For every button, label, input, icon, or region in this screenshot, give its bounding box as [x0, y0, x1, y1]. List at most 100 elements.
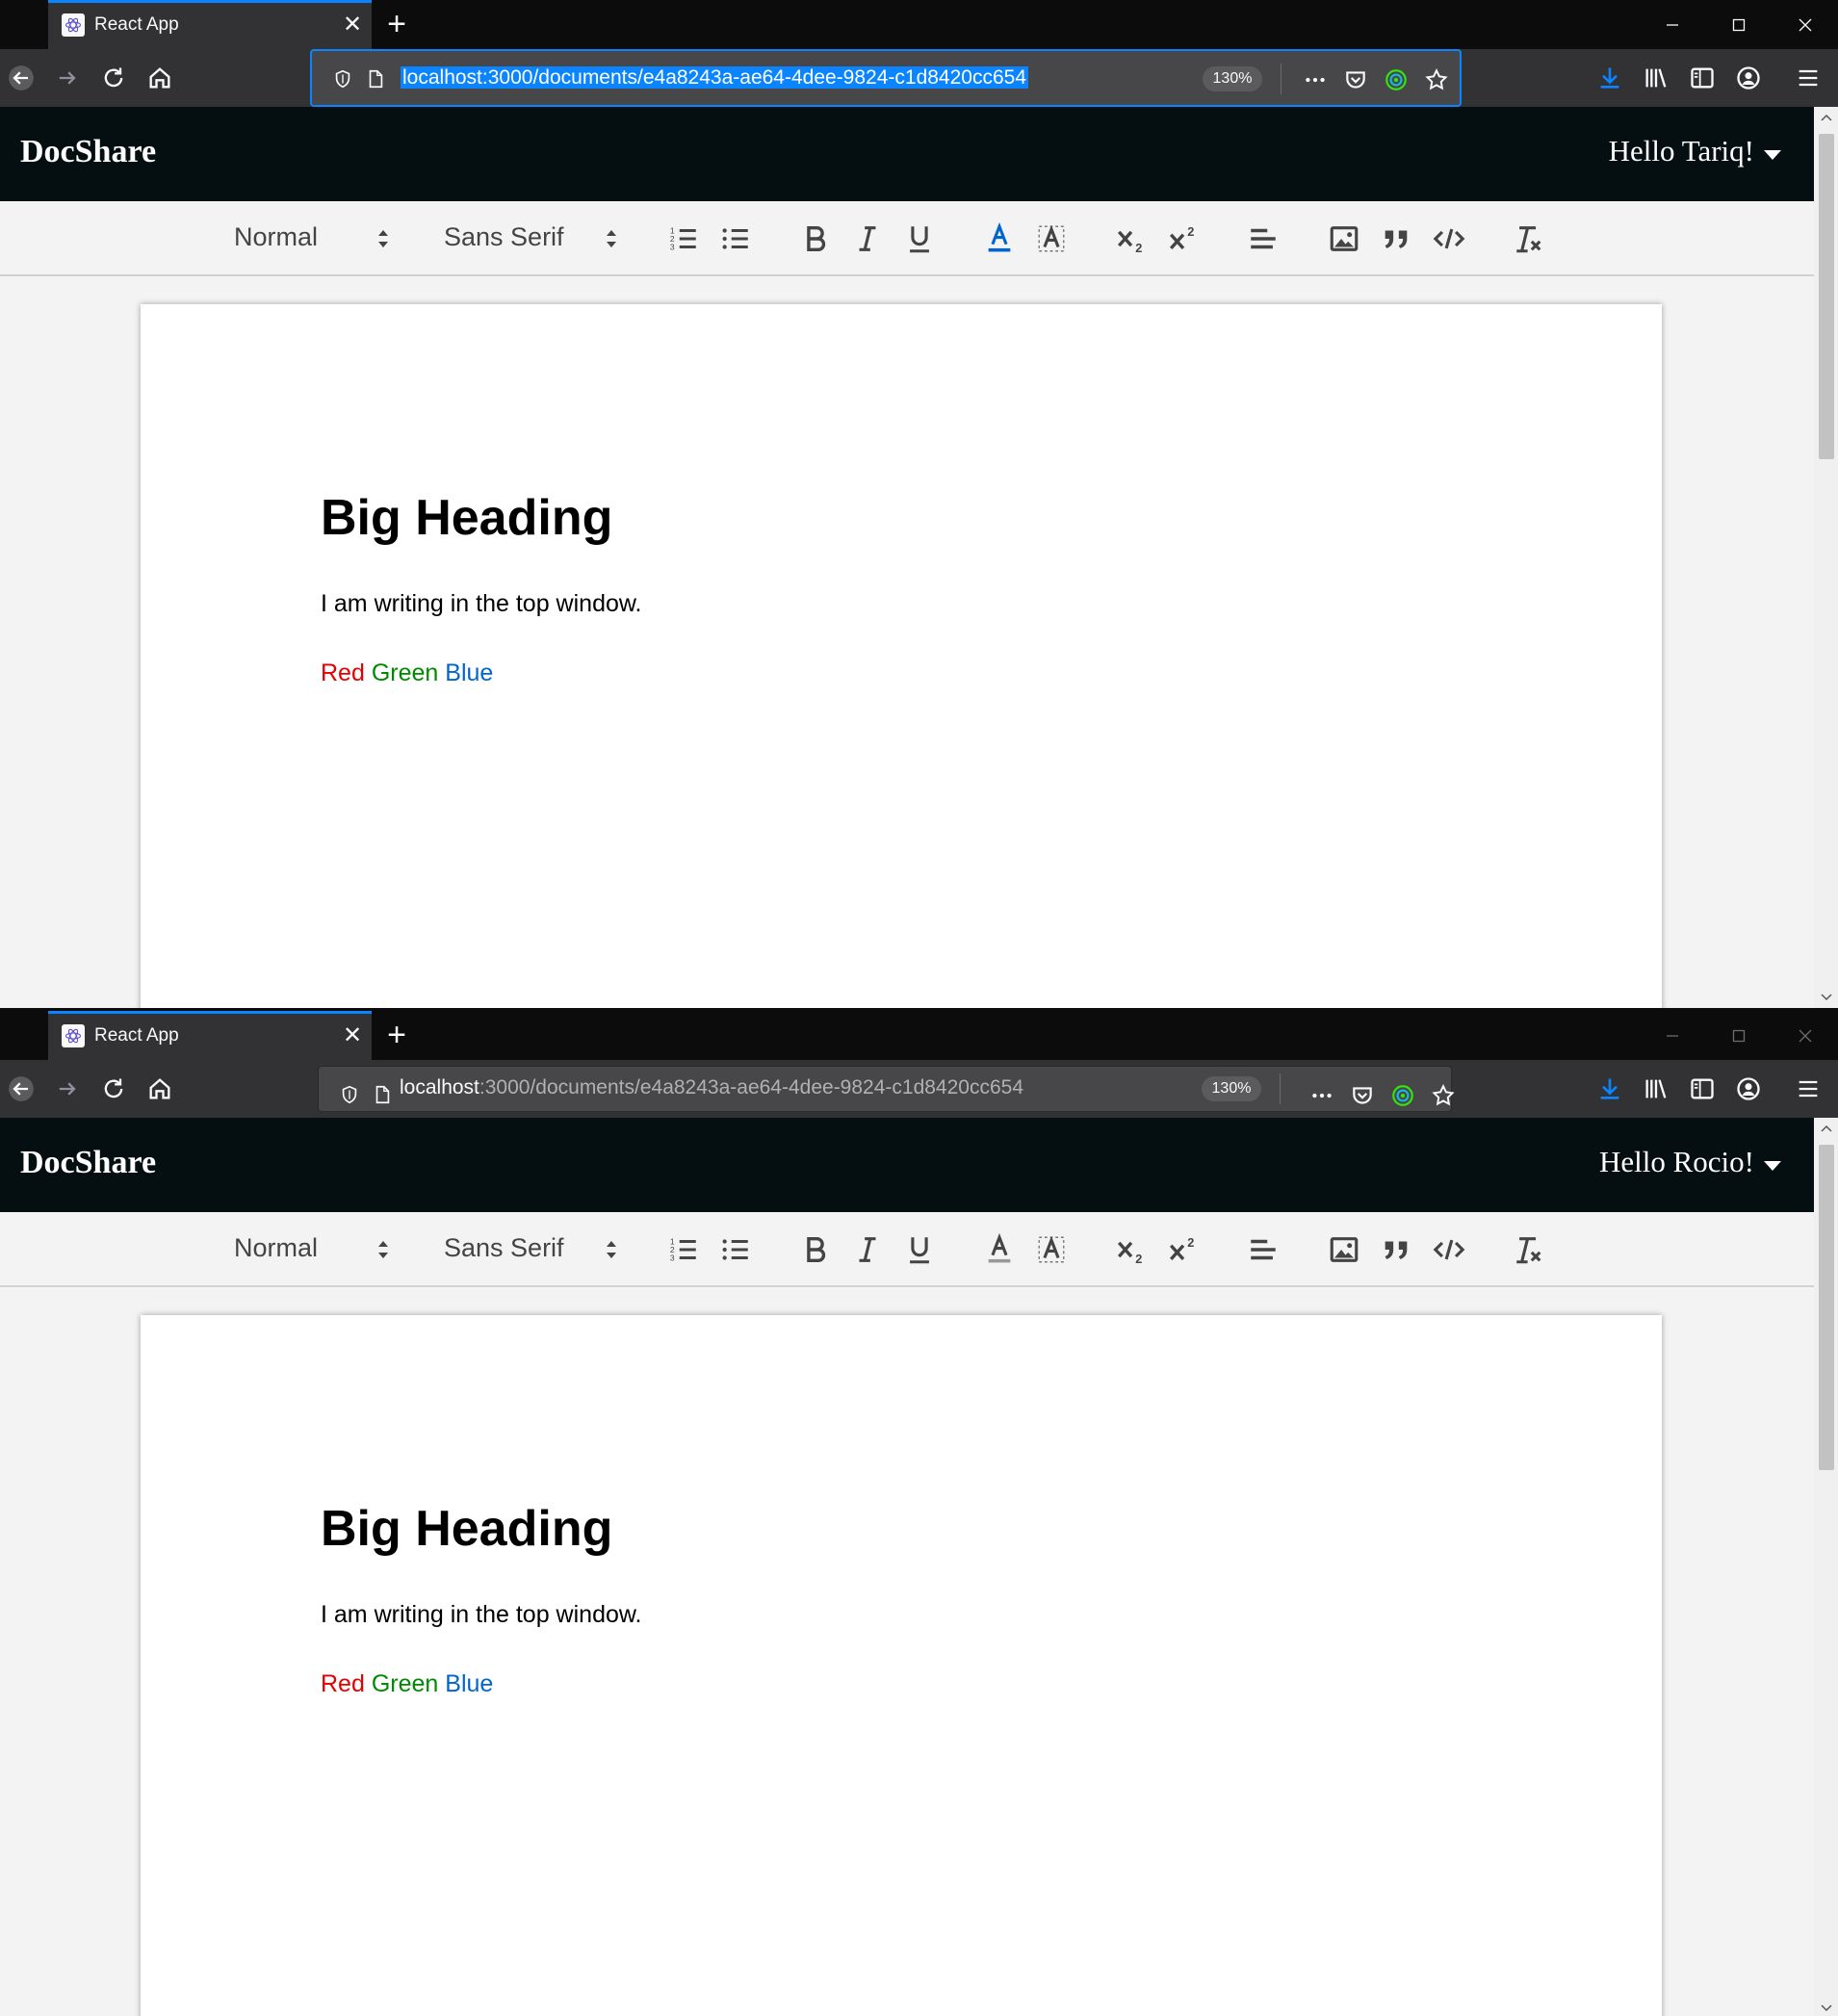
download-icon[interactable]: [1589, 57, 1631, 99]
doc-green-text[interactable]: Green: [372, 659, 438, 686]
code-block-icon[interactable]: [1428, 1228, 1470, 1271]
zoom-level[interactable]: 130%: [1203, 66, 1262, 91]
more-icon[interactable]: [1301, 1074, 1343, 1117]
page-icon[interactable]: [362, 65, 389, 92]
shield-icon[interactable]: [329, 65, 356, 92]
scroll-down-icon[interactable]: [1814, 987, 1838, 1008]
ordered-list-icon[interactable]: 123: [662, 1228, 705, 1271]
library-icon[interactable]: [1635, 57, 1677, 99]
minimize-icon[interactable]: [1639, 1011, 1705, 1060]
document-page[interactable]: Big Heading I am writing in the top wind…: [141, 1315, 1662, 2016]
user-greeting[interactable]: Hello Rocio!: [1599, 1145, 1754, 1179]
bold-icon[interactable]: [794, 218, 837, 260]
home-icon[interactable]: [139, 57, 181, 99]
sidebar-icon[interactable]: [1681, 1068, 1723, 1110]
document-page[interactable]: Big Heading I am writing in the top wind…: [141, 304, 1662, 1008]
pocket-icon[interactable]: [1334, 59, 1377, 101]
menu-icon[interactable]: [1787, 1068, 1829, 1110]
download-icon[interactable]: [1589, 1068, 1631, 1110]
user-menu-caret-icon[interactable]: [1764, 150, 1781, 160]
extension-icon[interactable]: [1382, 1074, 1424, 1117]
back-icon[interactable]: [0, 1068, 42, 1110]
shield-icon[interactable]: [336, 1081, 363, 1108]
tab-close-icon[interactable]: ✕: [333, 1021, 372, 1049]
browser-tab[interactable]: React App ✕: [48, 0, 372, 49]
zoom-level[interactable]: 130%: [1202, 1076, 1261, 1101]
user-greeting[interactable]: Hello Tariq!: [1609, 134, 1754, 168]
header-picker[interactable]: Normal: [234, 220, 393, 257]
bookmark-star-icon[interactable]: [1422, 1074, 1464, 1117]
doc-paragraph[interactable]: I am writing in the top window.: [321, 1601, 642, 1629]
blockquote-icon[interactable]: [1375, 1228, 1417, 1271]
underline-icon[interactable]: [898, 1228, 941, 1271]
back-icon[interactable]: [0, 57, 42, 99]
doc-red-text[interactable]: Red: [321, 1670, 365, 1697]
doc-heading[interactable]: Big Heading: [321, 489, 612, 547]
browser-tab[interactable]: React App ✕: [48, 1011, 372, 1060]
url-text[interactable]: localhost:3000/documents/e4a8243a-ae64-4…: [400, 1076, 1023, 1099]
background-color-icon[interactable]: [1030, 218, 1073, 260]
image-icon[interactable]: [1323, 218, 1365, 260]
text-color-icon[interactable]: [978, 1228, 1021, 1271]
user-menu-caret-icon[interactable]: [1764, 1161, 1781, 1171]
superscript-icon[interactable]: 2: [1162, 1228, 1204, 1271]
ordered-list-icon[interactable]: 123: [662, 218, 705, 260]
align-icon[interactable]: [1242, 218, 1284, 260]
app-brand[interactable]: DocShare: [20, 134, 156, 170]
app-brand[interactable]: DocShare: [20, 1145, 156, 1181]
forward-icon[interactable]: [46, 57, 89, 99]
tab-close-icon[interactable]: ✕: [333, 11, 372, 39]
forward-icon[interactable]: [46, 1068, 89, 1110]
subscript-icon[interactable]: 2: [1110, 218, 1152, 260]
scrollbar-thumb[interactable]: [1819, 1145, 1834, 1470]
vertical-scrollbar[interactable]: [1814, 1118, 1838, 2016]
pocket-icon[interactable]: [1341, 1074, 1384, 1117]
font-picker[interactable]: Sans Serif: [444, 220, 622, 257]
background-color-icon[interactable]: [1030, 1228, 1073, 1271]
window-close-icon[interactable]: [1772, 1011, 1838, 1060]
maximize-icon[interactable]: [1705, 1011, 1772, 1060]
url-text[interactable]: localhost:3000/documents/e4a8243a-ae64-4…: [401, 66, 1029, 90]
extension-icon[interactable]: [1375, 59, 1417, 101]
maximize-icon[interactable]: [1705, 0, 1772, 49]
account-icon[interactable]: [1727, 57, 1770, 99]
subscript-icon[interactable]: 2: [1110, 1228, 1152, 1271]
bullet-list-icon[interactable]: [714, 218, 757, 260]
bullet-list-icon[interactable]: [714, 1228, 757, 1271]
doc-paragraph[interactable]: I am writing in the top window.: [321, 590, 642, 618]
window-close-icon[interactable]: [1772, 0, 1838, 49]
reload-icon[interactable]: [92, 1068, 135, 1110]
address-bar[interactable]: localhost:3000/documents/e4a8243a-ae64-4…: [318, 1066, 1455, 1112]
new-tab-button[interactable]: +: [380, 6, 413, 42]
clear-format-icon[interactable]: [1508, 218, 1550, 260]
bookmark-star-icon[interactable]: [1415, 59, 1458, 101]
minimize-icon[interactable]: [1639, 0, 1705, 49]
superscript-icon[interactable]: 2: [1162, 218, 1204, 260]
doc-blue-text[interactable]: Blue: [445, 659, 493, 686]
address-bar[interactable]: localhost:3000/documents/e4a8243a-ae64-4…: [310, 49, 1462, 107]
font-picker[interactable]: Sans Serif: [444, 1231, 622, 1268]
doc-red-text[interactable]: Red: [321, 659, 365, 686]
scroll-down-icon[interactable]: [1814, 1998, 1838, 2016]
doc-heading[interactable]: Big Heading: [321, 1500, 612, 1558]
scrollbar-thumb[interactable]: [1819, 134, 1834, 459]
italic-icon[interactable]: [846, 218, 889, 260]
code-block-icon[interactable]: [1428, 218, 1470, 260]
vertical-scrollbar[interactable]: [1814, 107, 1838, 1008]
blockquote-icon[interactable]: [1375, 218, 1417, 260]
home-icon[interactable]: [139, 1068, 181, 1110]
account-icon[interactable]: [1727, 1068, 1770, 1110]
scroll-up-icon[interactable]: [1814, 1118, 1838, 1139]
underline-icon[interactable]: [898, 218, 941, 260]
new-tab-button[interactable]: +: [380, 1017, 413, 1053]
library-icon[interactable]: [1635, 1068, 1677, 1110]
menu-icon[interactable]: [1787, 57, 1829, 99]
header-picker[interactable]: Normal: [234, 1231, 393, 1268]
bold-icon[interactable]: [794, 1228, 837, 1271]
doc-color-line[interactable]: Red Green Blue: [321, 659, 493, 687]
doc-blue-text[interactable]: Blue: [445, 1670, 493, 1697]
italic-icon[interactable]: [846, 1228, 889, 1271]
sidebar-icon[interactable]: [1681, 57, 1723, 99]
text-color-icon[interactable]: [978, 218, 1021, 260]
clear-format-icon[interactable]: [1508, 1228, 1550, 1271]
